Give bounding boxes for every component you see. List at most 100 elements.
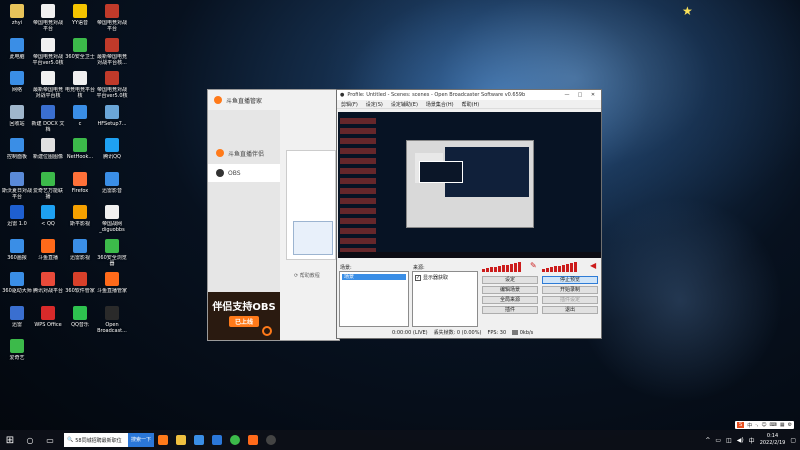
taskbar-app-files[interactable] — [172, 431, 190, 449]
desktop-icon[interactable]: 斯沃夏日对战平台 — [0, 171, 34, 200]
desktop-icon[interactable]: 此电脑 — [0, 37, 34, 60]
desktop-icon[interactable]: 回收站 — [0, 104, 34, 127]
taskbar-app-obs[interactable] — [262, 431, 280, 449]
notification-icon[interactable]: ▢ — [790, 437, 796, 444]
taskbar-app-douyu[interactable] — [154, 431, 172, 449]
menu-item[interactable]: 场景集合(H) — [426, 101, 454, 108]
desktop-icon[interactable]: 360软件管家 — [63, 272, 97, 294]
desktop-icon[interactable]: 迅雷影音 — [95, 171, 129, 194]
global-sources-button[interactable]: 全局来源 — [482, 296, 538, 304]
desktop-icon[interactable]: 电竞电竞平台核 — [63, 71, 97, 99]
ime-settings-icon[interactable]: ⚙ — [788, 422, 792, 428]
ime-grid-icon[interactable]: ▦ — [780, 422, 785, 428]
edit-scene-button[interactable]: 编辑场景 — [482, 286, 538, 294]
search-icon[interactable]: ○ — [20, 436, 40, 445]
menu-item[interactable]: 帮助(H) — [462, 101, 480, 108]
desktop-icon[interactable]: 360驱动大师 — [0, 272, 34, 294]
desktop-icon[interactable]: 新建位图图像 — [31, 138, 65, 160]
ime-emoji-icon[interactable]: ☺ — [761, 422, 766, 428]
desktop-icon[interactable]: 360画报 — [0, 238, 34, 261]
microphone-icon[interactable]: ✎ — [530, 262, 538, 270]
help-link[interactable]: ⟳ 帮助教程 — [294, 272, 320, 279]
start-recording-button[interactable]: 开始录制 — [542, 286, 598, 294]
desktop-icon[interactable]: 最新帝国电竞对战平台核... — [95, 37, 129, 66]
ime-chinese-toggle[interactable]: 中 — [747, 422, 752, 429]
scenes-list[interactable]: 场景 — [339, 271, 409, 327]
desktop-icon[interactable]: 360安全卫士 — [63, 37, 97, 60]
ime-punctuation-toggle[interactable]: ·, — [755, 422, 758, 428]
desktop-icon[interactable]: 迅雷 1.0 — [0, 205, 34, 227]
desktop-icon[interactable]: 帝国电竞对战平台 — [31, 4, 65, 32]
tray-chevron-icon[interactable]: ^ — [705, 437, 710, 444]
desktop-icon[interactable]: 腾讯QQ — [95, 138, 129, 160]
network-icon[interactable]: ◫ — [726, 437, 732, 444]
app-icon — [105, 71, 119, 85]
taskbar-app-edge[interactable] — [190, 431, 208, 449]
speaker-icon[interactable]: ◀ — [590, 262, 598, 270]
sidebar-item-companion[interactable]: 斗鱼直播伴侣 — [208, 144, 280, 162]
desktop-icon[interactable]: 斗鱼直播 — [31, 238, 65, 261]
ime-keyboard-icon[interactable]: ⌨ — [770, 422, 777, 428]
desktop-icon[interactable]: 网络 — [0, 71, 34, 93]
ime-toolbar[interactable]: S 中 ·, ☺ ⌨ ▦ ⚙ — [735, 421, 795, 429]
start-button[interactable]: ⊞ — [0, 430, 20, 450]
sources-list[interactable]: ✓ 显示器获取 — [412, 271, 478, 327]
sogou-icon[interactable]: S — [737, 422, 745, 428]
desktop-icon[interactable]: QQ音乐 — [63, 305, 97, 328]
plugins-button[interactable]: 插件 — [482, 306, 538, 314]
desktop-icon[interactable]: Open Broadcast... — [95, 305, 129, 334]
obs-preview-canvas[interactable] — [338, 112, 601, 258]
desktop-icon[interactable]: 腾讯对战平台 — [31, 272, 65, 294]
desktop-icon[interactable]: 爱奇艺 — [0, 339, 34, 361]
task-view-icon[interactable]: ▭ — [40, 436, 60, 445]
desktop-icon[interactable]: c — [63, 104, 97, 127]
desktop-icon-label: 爱奇艺万能联播 — [32, 187, 63, 200]
scene-item[interactable]: 场景 — [342, 274, 406, 280]
sidebar-item-obs[interactable]: OBS — [208, 164, 280, 182]
close-icon[interactable]: ✕ — [588, 92, 598, 98]
desktop-icon[interactable]: Firefox — [63, 171, 97, 194]
desktop-icon[interactable]: 迅雷影视 — [63, 238, 97, 261]
stop-preview-button[interactable]: 停止预览 — [542, 276, 598, 284]
news-search-button[interactable]: 搜索一下 — [127, 433, 154, 447]
desktop-icon[interactable]: 最新帝国电竞对战平台核 — [31, 71, 65, 99]
desktop-icon[interactable]: WPS Office — [31, 305, 65, 328]
source-checkbox[interactable]: ✓ — [415, 274, 421, 281]
battery-icon[interactable]: ▭ — [715, 437, 721, 444]
promo-banner[interactable]: 伴侣支持OBS 已上线 — [208, 292, 280, 340]
desktop-icon[interactable]: 帝国电竞对战平台ver5.0核 — [95, 71, 129, 99]
desktop-icon[interactable]: 帝国战网_diguobbs — [95, 205, 129, 233]
menu-item[interactable]: 剪辑(F) — [341, 101, 358, 108]
desktop-icon[interactable]: 斗鱼直播管家 — [95, 272, 129, 294]
volume-icon[interactable]: ◀) — [737, 437, 744, 444]
desktop-icon[interactable]: zhyi — [0, 4, 34, 26]
taskbar-app-360[interactable] — [226, 431, 244, 449]
desktop-icon[interactable]: 控制面板 — [0, 138, 34, 160]
menu-item[interactable]: 设定(S) — [366, 101, 383, 108]
ime-lang-icon[interactable]: 中 — [749, 436, 755, 445]
minimize-icon[interactable]: — — [562, 92, 572, 98]
desktop-icon[interactable]: 迅雷 — [0, 305, 34, 328]
desktop-icon[interactable]: < QQ — [31, 205, 65, 227]
taskbar-app-douyu-2[interactable] — [244, 431, 262, 449]
desktop-icon-label: QQ音乐 — [71, 321, 89, 328]
clock[interactable]: 0:14 2022/2/19 — [760, 433, 786, 447]
taskbar-app-store[interactable] — [208, 431, 226, 449]
desktop-icon[interactable]: NetHook... — [63, 138, 97, 160]
desktop-icon[interactable]: 360安全浏览器 — [95, 238, 129, 267]
settings-button[interactable]: 设定 — [482, 276, 538, 284]
desktop-icon[interactable]: YY语音 — [63, 4, 97, 26]
desktop-icon[interactable]: HFSetup7... — [95, 104, 129, 127]
news-search-box[interactable]: 🔍 58同城招聘最新职位 搜索一下 — [64, 433, 154, 447]
maximize-icon[interactable]: □ — [575, 92, 585, 98]
exit-button[interactable]: 退出 — [542, 306, 598, 314]
desktop-icon[interactable]: 帝国电竞对战平台 — [95, 4, 129, 32]
desktop-icon[interactable]: 爱奇艺万能联播 — [31, 171, 65, 200]
desktop-icon[interactable]: 斯平影视 — [63, 205, 97, 227]
desktop-icon[interactable]: 帝国电竞对战平台ver5.0核 — [31, 37, 65, 66]
menu-item[interactable]: 设定辅助(E) — [391, 101, 418, 108]
obs-titlebar[interactable]: ● Profile: Untitled - Scenes: scenes - O… — [337, 90, 601, 100]
douyu-titlebar[interactable]: 斗鱼直播管家 — [208, 90, 339, 110]
desktop-icon[interactable]: 新建 DOCX 文档 — [31, 104, 65, 133]
source-item[interactable]: ✓ 显示器获取 — [415, 274, 475, 281]
